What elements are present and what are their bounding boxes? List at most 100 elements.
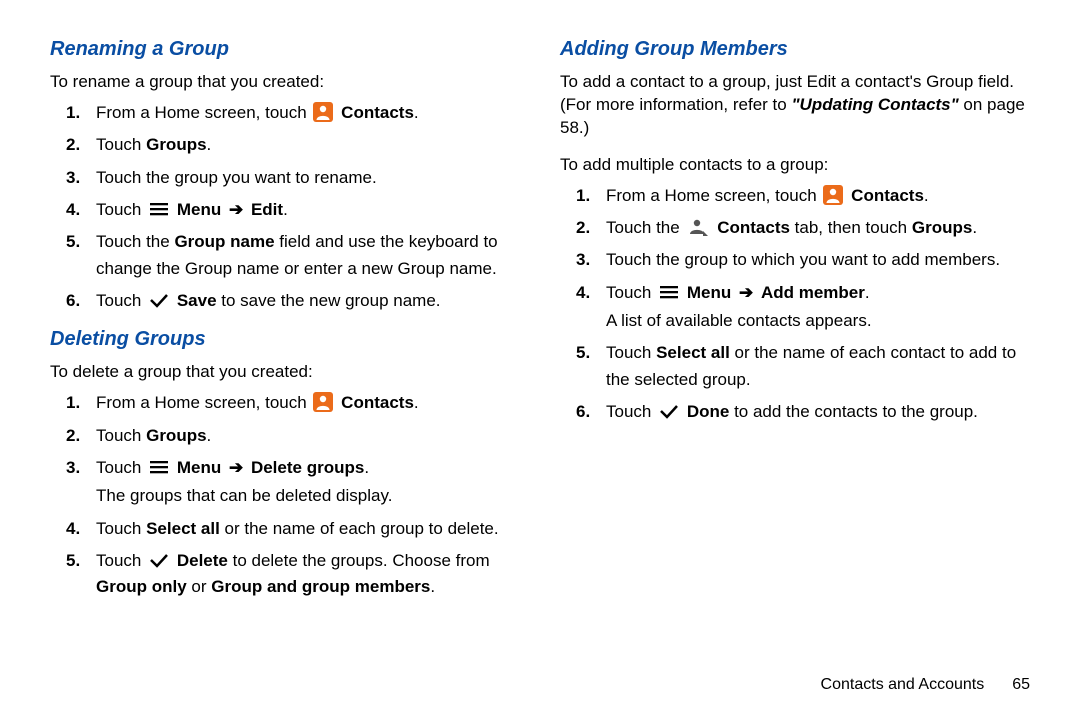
- heading-adding: Adding Group Members: [560, 38, 1030, 61]
- heading-renaming: Renaming a Group: [50, 38, 520, 61]
- text: to save the new group name.: [217, 291, 441, 310]
- text-bold: Delete: [177, 551, 228, 570]
- text: From a Home screen, touch: [606, 186, 817, 205]
- text-bold: Groups: [146, 135, 206, 154]
- heading-deleting: Deleting Groups: [50, 328, 520, 351]
- text: or: [187, 577, 212, 596]
- check-icon: [659, 403, 679, 419]
- text-bold-italic: "Updating Contacts": [791, 95, 958, 114]
- step: Touch Delete to delete the groups. Choos…: [96, 548, 520, 601]
- text-bold: Menu: [177, 200, 221, 219]
- step: Touch the Contacts tab, then touch Group…: [606, 215, 1030, 241]
- intro-deleting: To delete a group that you created:: [50, 361, 520, 384]
- footer-page-number: 65: [1012, 676, 1030, 693]
- text: Touch: [96, 519, 146, 538]
- text-bold: Groups: [146, 426, 206, 445]
- text-bold: Menu: [687, 283, 731, 302]
- contacts-tab-icon: [687, 217, 709, 237]
- text: .: [207, 135, 212, 154]
- arrow-icon: ➔: [739, 283, 753, 302]
- right-column: Adding Group Members To add a contact to…: [560, 38, 1030, 615]
- step: Touch the Group name field and use the k…: [96, 229, 520, 282]
- check-icon: [149, 552, 169, 568]
- step: Touch Done to add the contacts to the gr…: [606, 399, 1030, 425]
- text: Touch: [96, 458, 141, 477]
- intro-adding-1: To add a contact to a group, just Edit a…: [560, 71, 1030, 140]
- left-column: Renaming a Group To rename a group that …: [50, 38, 520, 615]
- step: Touch the group you want to rename.: [96, 165, 520, 191]
- text-bold: Menu: [177, 458, 221, 477]
- text: Touch: [606, 283, 651, 302]
- contacts-icon: [313, 102, 333, 122]
- text-bold: Delete groups: [251, 458, 364, 477]
- text: .: [364, 458, 369, 477]
- text: .: [414, 393, 419, 412]
- text: Touch the: [606, 218, 680, 237]
- menu-icon: [149, 201, 169, 217]
- step: From a Home screen, touch Contacts.: [606, 183, 1030, 209]
- text: From a Home screen, touch: [96, 393, 307, 412]
- text-bold: Contacts: [717, 218, 790, 237]
- menu-icon: [659, 284, 679, 300]
- text-bold: Groups: [912, 218, 972, 237]
- substep: The groups that can be deleted display.: [96, 483, 520, 509]
- step: Touch Select all or the name of each gro…: [96, 516, 520, 542]
- text-bold: Contacts: [341, 103, 414, 122]
- step: Touch Menu ➔ Edit.: [96, 197, 520, 223]
- text: Touch: [96, 551, 141, 570]
- text: tab, then touch: [790, 218, 912, 237]
- text: .: [865, 283, 870, 302]
- step: Touch Save to save the new group name.: [96, 288, 520, 314]
- text-bold: Group name: [174, 232, 274, 251]
- intro-adding-2: To add multiple contacts to a group:: [560, 154, 1030, 177]
- contacts-icon: [823, 185, 843, 205]
- text-bold: Add member: [761, 283, 865, 302]
- text-bold: Group and group members: [211, 577, 430, 596]
- text: to add the contacts to the group.: [729, 402, 978, 421]
- arrow-icon: ➔: [229, 458, 243, 477]
- arrow-icon: ➔: [229, 200, 243, 219]
- text: .: [283, 200, 288, 219]
- text: .: [430, 577, 435, 596]
- text-bold: Save: [177, 291, 217, 310]
- step: Touch Groups.: [96, 423, 520, 449]
- step: From a Home screen, touch Contacts.: [96, 100, 520, 126]
- steps-deleting: From a Home screen, touch Contacts. Touc…: [50, 390, 520, 600]
- step: Touch Menu ➔ Delete groups. The groups t…: [96, 455, 520, 510]
- step: Touch Select all or the name of each con…: [606, 340, 1030, 393]
- intro-renaming: To rename a group that you created:: [50, 71, 520, 94]
- text: Touch: [96, 426, 146, 445]
- text-bold: Edit: [251, 200, 283, 219]
- text: to delete the groups. Choose from: [228, 551, 490, 570]
- step: Touch the group to which you want to add…: [606, 247, 1030, 273]
- text-bold: Select all: [656, 343, 730, 362]
- text: .: [924, 186, 929, 205]
- text: Touch: [606, 402, 651, 421]
- text: Touch: [96, 135, 146, 154]
- text: .: [972, 218, 977, 237]
- contacts-icon: [313, 392, 333, 412]
- text: or the name of each group to delete.: [220, 519, 499, 538]
- text-bold: Select all: [146, 519, 220, 538]
- step: Touch Groups.: [96, 132, 520, 158]
- text-bold: Contacts: [341, 393, 414, 412]
- text: .: [414, 103, 419, 122]
- text: Touch: [96, 200, 141, 219]
- steps-adding: From a Home screen, touch Contacts. Touc…: [560, 183, 1030, 426]
- steps-renaming: From a Home screen, touch Contacts. Touc…: [50, 100, 520, 314]
- text-bold: Contacts: [851, 186, 924, 205]
- footer-chapter: Contacts and Accounts: [821, 676, 985, 693]
- text: Touch: [96, 291, 141, 310]
- step: Touch Menu ➔ Add member. A list of avail…: [606, 280, 1030, 335]
- menu-icon: [149, 459, 169, 475]
- text-bold: Done: [687, 402, 730, 421]
- step: From a Home screen, touch Contacts.: [96, 390, 520, 416]
- text-bold: Group only: [96, 577, 187, 596]
- text: Touch the: [96, 232, 174, 251]
- substep: A list of available contacts appears.: [606, 308, 1030, 334]
- text: From a Home screen, touch: [96, 103, 307, 122]
- text: .: [207, 426, 212, 445]
- check-icon: [149, 292, 169, 308]
- text: Touch: [606, 343, 656, 362]
- page-footer: Contacts and Accounts 65: [821, 676, 1030, 694]
